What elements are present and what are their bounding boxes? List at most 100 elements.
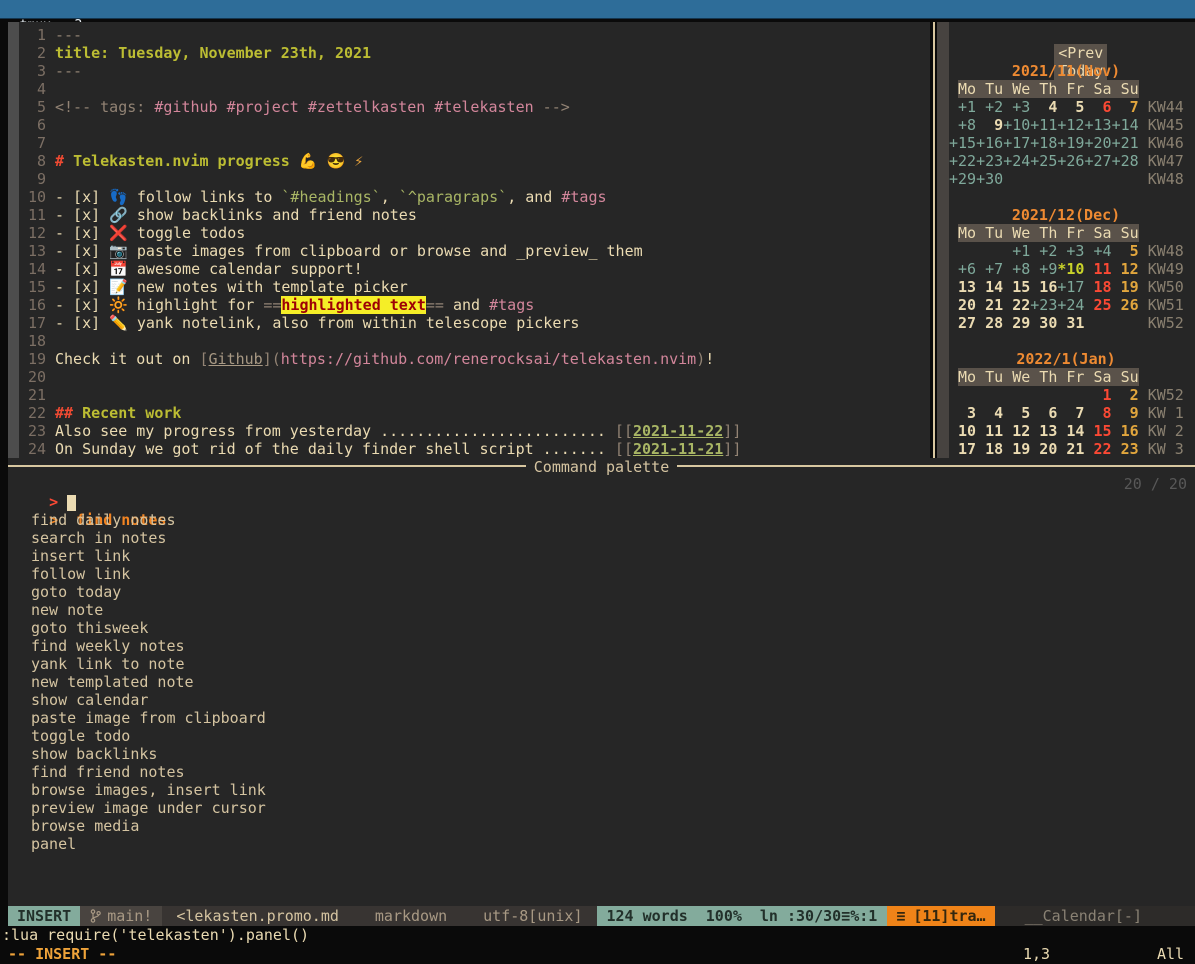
palette-item[interactable]: goto today: [8, 583, 1195, 601]
palette-item[interactable]: toggle todo: [8, 727, 1195, 745]
calendar-day[interactable]: 9: [976, 116, 1003, 134]
editor-line[interactable]: 1---: [19, 26, 930, 44]
calendar-day[interactable]: 10: [949, 422, 976, 440]
command-line[interactable]: :lua require('telekasten').panel(): [0, 926, 1195, 944]
calendar-day[interactable]: 9: [1112, 404, 1139, 422]
palette-item[interactable]: search in notes: [8, 529, 1195, 547]
editor-line[interactable]: 18: [19, 332, 930, 350]
palette-item[interactable]: browse media: [8, 817, 1195, 835]
palette-item[interactable]: new note: [8, 601, 1195, 619]
calendar-day[interactable]: 26: [1112, 296, 1139, 314]
calendar-day[interactable]: 23: [1112, 440, 1139, 458]
palette-item[interactable]: find weekly notes: [8, 637, 1195, 655]
calendar-day[interactable]: 15: [1084, 422, 1111, 440]
link-text[interactable]: 2021-11-21: [633, 440, 723, 458]
calendar-scrollbar[interactable]: [937, 22, 949, 458]
calendar-day[interactable]: 19: [1112, 278, 1139, 296]
calendar-day[interactable]: +14: [1112, 116, 1139, 134]
editor-scrollbar[interactable]: [8, 22, 19, 458]
palette-item[interactable]: find friend notes: [8, 763, 1195, 781]
calendar-day[interactable]: 25: [1084, 296, 1111, 314]
calendar-day[interactable]: +3: [1057, 242, 1084, 260]
calendar-day[interactable]: +8: [1003, 260, 1030, 278]
calendar-day[interactable]: 28: [976, 314, 1003, 332]
calendar-day[interactable]: +2: [1030, 242, 1057, 260]
calendar-day[interactable]: +3: [1003, 98, 1030, 116]
editor-line[interactable]: 8# Telekasten.nvim progress 💪 😎 ⚡: [19, 152, 930, 170]
calendar-day[interactable]: 2: [1112, 386, 1139, 404]
palette-item[interactable]: goto thisweek: [8, 619, 1195, 637]
calendar-day[interactable]: 13: [949, 278, 976, 296]
calendar-day[interactable]: 4: [1030, 98, 1057, 116]
palette-item[interactable]: new templated note: [8, 673, 1195, 691]
editor-line[interactable]: 10- [x] 👣 follow links to `#headings`, `…: [19, 188, 930, 206]
calendar-day[interactable]: 5: [1003, 404, 1030, 422]
link-text[interactable]: 2021-11-22: [633, 422, 723, 440]
calendar-day[interactable]: 14: [1057, 422, 1084, 440]
palette-item[interactable]: follow link: [8, 565, 1195, 583]
selected-item-row[interactable]: >find notes: [8, 493, 1195, 511]
calendar-day[interactable]: +17: [1057, 278, 1084, 296]
calendar-day[interactable]: 27: [949, 314, 976, 332]
calendar-day[interactable]: 1: [1084, 386, 1111, 404]
calendar-day[interactable]: +9: [1030, 260, 1057, 278]
calendar-day[interactable]: 20: [1030, 440, 1057, 458]
calendar-day[interactable]: +12: [1057, 116, 1084, 134]
calendar-day[interactable]: *10: [1057, 260, 1084, 278]
calendar-day[interactable]: +24: [1003, 152, 1030, 170]
calendar-day[interactable]: 30: [1030, 314, 1057, 332]
calendar-day[interactable]: 12: [1003, 422, 1030, 440]
calendar-day[interactable]: +13: [1084, 116, 1111, 134]
editor-line[interactable]: 23Also see my progress from yesterday ..…: [19, 422, 930, 440]
palette-item[interactable]: insert link: [8, 547, 1195, 565]
calendar-day[interactable]: +24: [1057, 296, 1084, 314]
editor-line[interactable]: 5<!-- tags: #github #project #zettelkast…: [19, 98, 930, 116]
calendar-day[interactable]: +23: [1030, 296, 1057, 314]
calendar-day[interactable]: 7: [1112, 98, 1139, 116]
editor-line[interactable]: 13- [x] 📷 paste images from clipboard or…: [19, 242, 930, 260]
editor-line[interactable]: 6: [19, 116, 930, 134]
calendar-day[interactable]: +25: [1030, 152, 1057, 170]
calendar-day[interactable]: +27: [1084, 152, 1111, 170]
palette-item[interactable]: paste image from clipboard: [8, 709, 1195, 727]
calendar-day[interactable]: +1: [1003, 242, 1030, 260]
calendar-day[interactable]: 21: [976, 296, 1003, 314]
calendar-day[interactable]: 20: [949, 296, 976, 314]
prompt-row[interactable]: > 20 / 20: [8, 475, 1195, 493]
calendar-day[interactable]: +21: [1112, 134, 1139, 152]
editor-line[interactable]: 17- [x] ✏️ yank notelink, also from with…: [19, 314, 930, 332]
calendar-day[interactable]: 21: [1057, 440, 1084, 458]
calendar-day[interactable]: 3: [949, 404, 976, 422]
calendar-day[interactable]: 4: [976, 404, 1003, 422]
editor-line[interactable]: 3---: [19, 62, 930, 80]
calendar-day[interactable]: +2: [976, 98, 1003, 116]
calendar-day[interactable]: +17: [1003, 134, 1030, 152]
calendar-day[interactable]: +26: [1057, 152, 1084, 170]
calendar-day[interactable]: 15: [1003, 278, 1030, 296]
calendar-day[interactable]: +4: [1084, 242, 1111, 260]
palette-item[interactable]: panel: [8, 835, 1195, 853]
calendar-day[interactable]: 17: [949, 440, 976, 458]
editor-line[interactable]: 16- [x] 🔆 highlight for ==highlighted te…: [19, 296, 930, 314]
calendar-day[interactable]: 8: [1084, 404, 1111, 422]
editor-line[interactable]: 7: [19, 134, 930, 152]
calendar-day[interactable]: +8: [949, 116, 976, 134]
editor-line[interactable]: 20: [19, 368, 930, 386]
calendar-day[interactable]: 11: [976, 422, 1003, 440]
palette-item[interactable]: browse images, insert link: [8, 781, 1195, 799]
calendar-day[interactable]: +1: [949, 98, 976, 116]
calendar-day[interactable]: 29: [1003, 314, 1030, 332]
calendar-day[interactable]: 16: [1030, 278, 1057, 296]
calendar-day[interactable]: 11: [1084, 260, 1111, 278]
link-text[interactable]: Github: [209, 350, 263, 368]
link-text[interactable]: https://github.com/renerocksai/telekaste…: [281, 350, 696, 368]
tabs-segment[interactable]: ≡ [11]tra…: [887, 906, 994, 926]
calendar-day[interactable]: +28: [1112, 152, 1139, 170]
editor-line[interactable]: 19Check it out on [Github](https://githu…: [19, 350, 930, 368]
palette-item[interactable]: show backlinks: [8, 745, 1195, 763]
calendar-day[interactable]: 18: [976, 440, 1003, 458]
calendar-day[interactable]: 22: [1084, 440, 1111, 458]
calendar-day[interactable]: +20: [1084, 134, 1111, 152]
calendar-day[interactable]: +23: [976, 152, 1003, 170]
editor-line[interactable]: 2title: Tuesday, November 23th, 2021: [19, 44, 930, 62]
